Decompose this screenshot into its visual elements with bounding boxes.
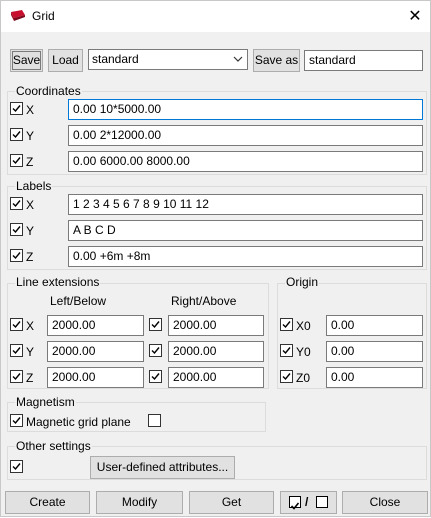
create-button[interactable]: Create (5, 491, 90, 514)
coord-x-input[interactable]: 0.00 10*5000.00 (68, 99, 423, 120)
label-x-input[interactable]: 1 2 3 4 5 6 7 8 9 10 11 12 (68, 194, 423, 215)
toggle-separator: / (305, 495, 309, 509)
check-icon (12, 463, 21, 471)
ext-x-checkbox[interactable] (10, 318, 23, 331)
ext-z-right-input[interactable]: 2000.00 (168, 367, 264, 388)
magnetism-group-title: Magnetism (15, 395, 76, 409)
label-x-label: X (26, 198, 35, 212)
origin-x0-input[interactable]: 0.00 (326, 315, 423, 336)
ext-x-label: X (26, 319, 35, 333)
check-icon (282, 373, 291, 381)
ext-x-right-input[interactable]: 2000.00 (168, 315, 264, 336)
window-title: Grid (32, 9, 55, 23)
origin-x0-checkbox[interactable] (280, 318, 293, 331)
origin-x0-label: X0 (296, 319, 311, 333)
coord-x-checkbox[interactable] (10, 102, 23, 115)
save-button[interactable]: Save (10, 49, 43, 72)
preset-select[interactable]: standard (88, 49, 248, 70)
label-x-checkbox[interactable] (10, 197, 23, 210)
check-icon (282, 347, 291, 355)
origin-z0-input[interactable]: 0.00 (326, 367, 423, 388)
modify-button[interactable]: Modify (96, 491, 183, 514)
grid-app-icon (11, 10, 25, 21)
ext-z-left-input[interactable]: 2000.00 (47, 367, 144, 388)
left-below-header: Left/Below (50, 294, 107, 308)
toggle-all-checkboxes-button[interactable]: / (280, 491, 337, 514)
label-z-label: Z (26, 250, 34, 264)
ext-z-right-checkbox[interactable] (149, 370, 162, 383)
coord-z-label: Z (26, 155, 34, 169)
ext-y-checkbox[interactable] (10, 344, 23, 357)
grid-dialog: Grid ✕ Save Load standard Save as standa… (0, 0, 431, 517)
user-defined-attributes-button[interactable]: User-defined attributes... (90, 456, 235, 479)
coord-y-checkbox[interactable] (10, 128, 23, 141)
label-z-input[interactable]: 0.00 +6m +8m (68, 246, 423, 267)
get-button[interactable]: Get (189, 491, 274, 514)
other-settings-checkbox[interactable] (10, 460, 23, 473)
labels-group-title: Labels (15, 179, 53, 193)
coord-y-label: Y (26, 129, 35, 143)
unchecked-box-icon (316, 496, 328, 508)
check-icon (12, 200, 21, 208)
coord-z-checkbox[interactable] (10, 154, 23, 167)
coordinates-group-title: Coordinates (15, 84, 82, 98)
preset-select-value: standard (92, 52, 139, 66)
origin-y0-checkbox[interactable] (280, 344, 293, 357)
check-icon (12, 347, 21, 355)
label-y-checkbox[interactable] (10, 223, 23, 236)
check-icon (12, 252, 21, 260)
check-icon (12, 373, 21, 381)
origin-z0-checkbox[interactable] (280, 370, 293, 383)
check-icon (282, 321, 291, 329)
ext-x-left-input[interactable]: 2000.00 (47, 315, 144, 336)
save-as-name-input[interactable]: standard (304, 50, 423, 71)
other-settings-group-title: Other settings (15, 439, 92, 453)
ext-y-right-input[interactable]: 2000.00 (168, 341, 264, 362)
load-button[interactable]: Load (48, 49, 83, 72)
save-as-button[interactable]: Save as (253, 49, 300, 72)
ext-y-left-input[interactable]: 2000.00 (47, 341, 144, 362)
check-icon (12, 105, 21, 113)
right-above-header: Right/Above (171, 294, 237, 308)
close-button[interactable]: Close (342, 491, 428, 514)
origin-y0-label: Y0 (296, 345, 311, 359)
close-icon: ✕ (408, 8, 422, 25)
ext-y-right-checkbox[interactable] (149, 344, 162, 357)
label-z-checkbox[interactable] (10, 249, 23, 262)
ext-x-right-checkbox[interactable] (149, 318, 162, 331)
origin-group-title: Origin (285, 275, 320, 289)
origin-y0-input[interactable]: 0.00 (326, 341, 423, 362)
label-y-input[interactable]: A B C D (68, 220, 423, 241)
line-extensions-group-title: Line extensions (15, 275, 101, 289)
check-icon (12, 157, 21, 165)
check-icon (151, 321, 160, 329)
magnetic-grid-plane-label: Magnetic grid plane (26, 415, 131, 429)
magnetic-grid-plane-checkbox[interactable] (148, 414, 161, 427)
origin-z0-label: Z0 (296, 371, 311, 385)
coord-z-input[interactable]: 0.00 6000.00 8000.00 (68, 151, 423, 172)
check-icon (12, 131, 21, 139)
check-icon (151, 347, 160, 355)
coord-x-label: X (26, 103, 35, 117)
close-window-button[interactable]: ✕ (400, 1, 430, 32)
check-icon (12, 321, 21, 329)
chevron-down-icon (233, 56, 243, 62)
magnetism-enable-checkbox[interactable] (10, 414, 23, 427)
check-icon (151, 373, 160, 381)
check-icon (12, 417, 21, 425)
coord-y-input[interactable]: 0.00 2*12000.00 (68, 125, 423, 146)
label-y-label: Y (26, 224, 35, 238)
check-icon (290, 502, 300, 510)
checked-box-icon (289, 496, 301, 510)
check-icon (12, 226, 21, 234)
title-bar: Grid ✕ (1, 1, 430, 32)
ext-y-label: Y (26, 345, 35, 359)
ext-z-label: Z (26, 371, 34, 385)
ext-z-checkbox[interactable] (10, 370, 23, 383)
